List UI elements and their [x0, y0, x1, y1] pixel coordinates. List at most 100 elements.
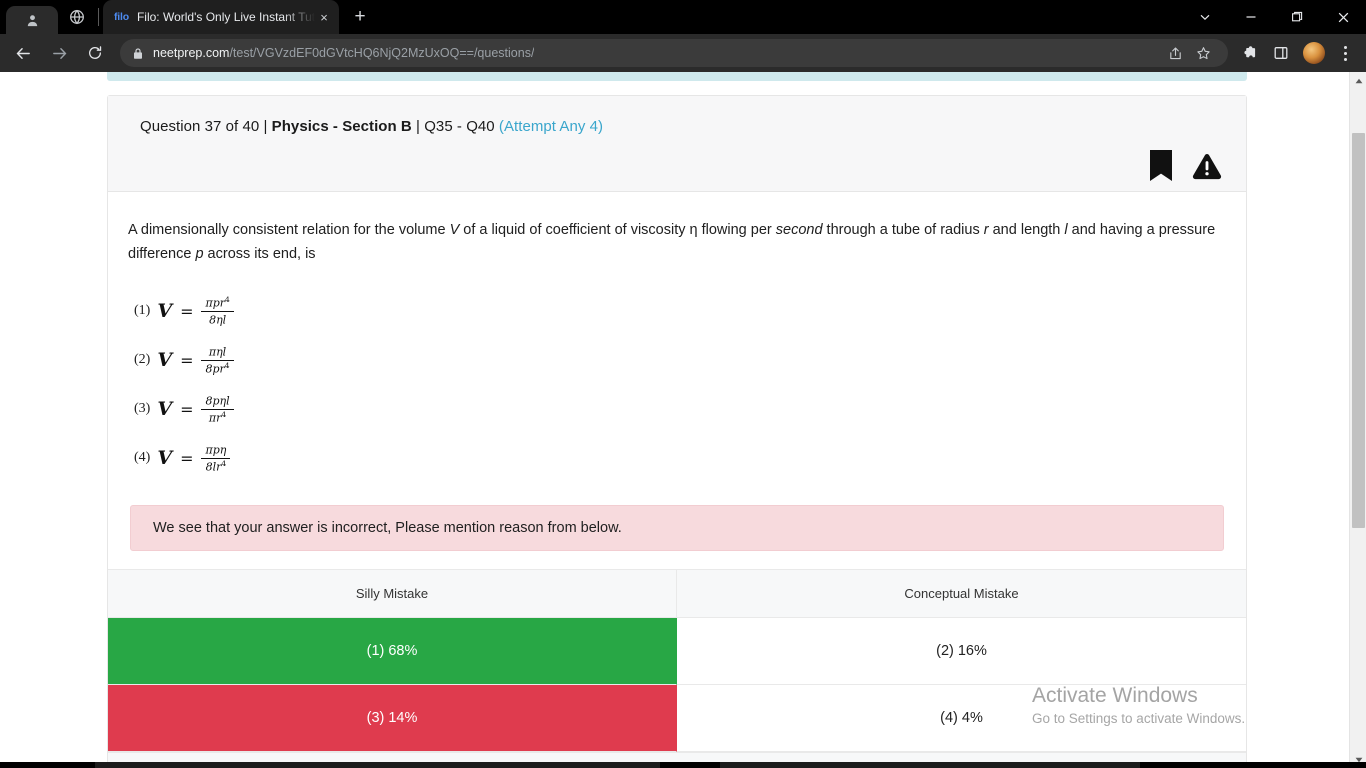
arrow-left-icon — [16, 47, 30, 59]
reason-cell-option-1[interactable]: (1) 68% — [108, 617, 677, 685]
option-1[interactable]: (1) V = πpr4 8ηl — [134, 287, 1226, 336]
tab-divider — [98, 8, 99, 26]
reason-table: Silly Mistake Conceptual Mistake (1) 68%… — [108, 568, 1246, 752]
page-scrollbar[interactable] — [1349, 72, 1366, 768]
numer-text: πpη — [205, 443, 227, 457]
numer-text: πpr — [205, 296, 226, 310]
bookmark-star-icon[interactable] — [1190, 40, 1216, 66]
new-tab-button[interactable]: + — [345, 2, 375, 32]
numer-text: πηl — [208, 345, 227, 359]
column-header-silly-mistake: Silly Mistake — [108, 569, 677, 618]
reload-icon — [89, 46, 102, 59]
globe-icon — [70, 9, 84, 25]
formula-equals: = — [180, 448, 194, 468]
scrollbar-thumb[interactable] — [1352, 133, 1365, 528]
formula-lhs: V — [157, 447, 173, 470]
fraction-bar — [201, 310, 234, 312]
formula-equals: = — [180, 301, 194, 321]
toolbar-right-actions — [1234, 38, 1358, 68]
fraction-numerator: πηl — [205, 345, 230, 359]
panel-icon — [1274, 47, 1288, 59]
minimize-button[interactable] — [1228, 0, 1274, 34]
denom-text: 8ηl — [209, 313, 227, 327]
extensions-icon[interactable] — [1234, 38, 1264, 68]
qtext-p3: through a tube of radius — [822, 222, 984, 238]
fraction-denominator: 8ηl — [205, 313, 230, 327]
reason-table-row: (1) 68% (2) 16% — [108, 617, 1246, 685]
share-icon[interactable] — [1162, 40, 1188, 66]
tab-group-icon[interactable] — [58, 0, 96, 34]
url-text: neetprep.com/test/VGVzdEF0dGVtcHQ6NjQ2Mz… — [153, 46, 534, 60]
reason-cell-option-4[interactable]: (4) 4% — [677, 684, 1246, 752]
question-range: | Q35 - Q40 — [411, 118, 499, 135]
question-counter: Question 37 of 40 | — [140, 118, 272, 135]
question-card: Question 37 of 40 | Physics - Section B … — [107, 95, 1247, 768]
window-controls — [1182, 0, 1366, 34]
top-banner-strip — [107, 72, 1247, 81]
answer-options: (1) V = πpr 4 8ηl (2) V = πηl 8pr4 (3) V … — [128, 287, 1226, 483]
close-window-button[interactable] — [1320, 0, 1366, 34]
option-number: (1) — [134, 303, 151, 319]
option-number: (2) — [134, 352, 151, 368]
option-2[interactable]: (2) V = πηl 8pr4 — [134, 336, 1226, 385]
question-card-header: Question 37 of 40 | Physics - Section B … — [108, 96, 1246, 192]
tab-title: Filo: World's Only Live Instant Tut — [136, 10, 315, 24]
report-warning-icon[interactable] — [1192, 151, 1222, 181]
scroll-up-icon — [1355, 78, 1362, 83]
option-4[interactable]: (4) V = πpη 8lr4 — [134, 434, 1226, 483]
browser-window: filo Filo: World's Only Live Instant Tut… — [0, 0, 1366, 768]
incorrect-answer-alert: We see that your answer is incorrect, Pl… — [130, 504, 1224, 551]
forward-button[interactable] — [44, 38, 74, 68]
share-arrow-icon — [1169, 47, 1181, 59]
taskbar-segment — [720, 762, 1140, 768]
browser-tab[interactable]: filo Filo: World's Only Live Instant Tut… — [103, 0, 339, 34]
bookmark-icon[interactable] — [1146, 150, 1176, 181]
profile-chip[interactable] — [6, 6, 58, 34]
denom-text: 8lr — [205, 460, 222, 474]
denom-exp: 4 — [221, 458, 227, 468]
url-host: neetprep.com — [153, 46, 230, 60]
option-formula: V = πpη 8lr4 — [157, 443, 231, 474]
reason-cell-option-2[interactable]: (2) 16% — [677, 617, 1246, 685]
tabstrip: filo Filo: World's Only Live Instant Tut… — [58, 0, 375, 34]
formula-lhs: V — [157, 349, 173, 372]
reason-cell-option-3[interactable]: (3) 14% — [108, 684, 677, 752]
star-icon — [1196, 46, 1210, 59]
windows-taskbar — [0, 762, 1366, 768]
option-number: (3) — [134, 401, 151, 417]
close-icon — [1338, 12, 1348, 22]
option-3[interactable]: (3) V = 8pηl πr4 — [134, 385, 1226, 434]
browser-toolbar: neetprep.com/test/VGVzdEF0dGVtcHQ6NjQ2Mz… — [0, 34, 1366, 72]
reload-button[interactable] — [80, 38, 110, 68]
warning-triangle-icon — [1192, 153, 1222, 179]
formula-fraction: 8pηl πr4 — [201, 394, 234, 425]
url-path: /test/VGVzdEF0dGVtcHQ6NjQ2MzUxOQ==/quest… — [229, 46, 535, 60]
formula-lhs: V — [157, 300, 173, 323]
fraction-denominator: 8lr4 — [202, 458, 231, 474]
denom-exp: 4 — [221, 409, 227, 419]
address-bar[interactable]: neetprep.com/test/VGVzdEF0dGVtcHQ6NjQ2Mz… — [120, 39, 1228, 67]
maximize-icon — [1292, 11, 1303, 22]
fraction-bar — [201, 408, 234, 410]
close-tab-icon[interactable]: × — [315, 8, 333, 26]
back-button[interactable] — [8, 38, 38, 68]
fraction-denominator: 8pr4 — [201, 360, 233, 376]
side-panel-icon[interactable] — [1266, 38, 1296, 68]
person-icon — [27, 14, 37, 26]
option-formula: V = πηl 8pr4 — [157, 345, 234, 376]
formula-fraction: πpη 8lr4 — [201, 443, 231, 474]
lock-icon — [134, 47, 142, 59]
denom-exp: 4 — [224, 360, 230, 370]
chevron-down-icon — [1200, 14, 1210, 21]
tab-search-button[interactable] — [1182, 0, 1228, 34]
qtext-var-p: p — [195, 246, 204, 263]
profile-avatar[interactable] — [1303, 42, 1325, 64]
option-formula: V = 8pηl πr4 — [157, 394, 234, 425]
formula-equals: = — [180, 350, 194, 370]
maximize-button[interactable] — [1274, 0, 1320, 34]
numer-text: 8pηl — [205, 394, 230, 408]
scroll-up-button[interactable] — [1350, 72, 1366, 89]
chrome-menu-button[interactable] — [1332, 38, 1358, 68]
browser-titlebar: filo Filo: World's Only Live Instant Tut… — [0, 0, 1366, 34]
question-title: Question 37 of 40 | Physics - Section B … — [140, 118, 1214, 135]
